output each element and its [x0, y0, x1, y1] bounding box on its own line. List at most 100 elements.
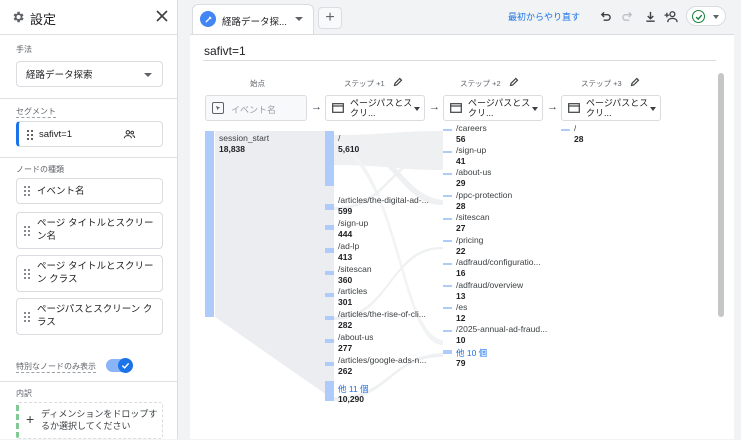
step2-node-label: /ppc-protection — [456, 190, 513, 200]
step2-node-bar[interactable] — [443, 263, 452, 265]
step1-node-bar[interactable] — [325, 316, 334, 320]
start-node-value: 18,838 — [219, 144, 245, 154]
step2-node-label: /pricing — [456, 235, 484, 245]
node-types-label: ノードの種類 — [16, 165, 64, 174]
restart-button[interactable]: 最初からやり直す — [508, 10, 580, 23]
special-nodes-label: 特別なノードのみ表示 — [16, 362, 96, 373]
redo-icon[interactable] — [619, 8, 635, 24]
exploration-canvas: safivt=1 始点 イベント名 ステップ +1 → ページパスとスクリ...… — [190, 34, 734, 439]
step2-node-value: 22 — [456, 246, 466, 256]
step2-node-value: 41 — [456, 156, 466, 166]
step2-node-value: 56 — [456, 134, 466, 144]
segment-chip[interactable]: safivt=1 — [16, 121, 163, 147]
drag-handle-icon[interactable] — [24, 186, 30, 196]
step2-node-bar[interactable] — [443, 285, 452, 287]
step1-node-label: /sign-up — [338, 218, 369, 228]
step3-node-bar[interactable] — [561, 129, 570, 131]
tab-label: 経路データ探... — [222, 17, 287, 28]
close-icon[interactable] — [155, 9, 169, 23]
check-circle-icon — [692, 10, 705, 23]
step2-node-label: /sign-up — [456, 145, 487, 155]
step1-node-label: /sitescan — [338, 264, 372, 274]
step2-more-value: 79 — [456, 358, 466, 368]
divider — [0, 157, 178, 158]
step2-node-value: 12 — [456, 313, 466, 323]
tab-menu-icon[interactable] — [295, 17, 303, 21]
divider — [0, 34, 178, 35]
segment-label: セグメント — [16, 107, 56, 118]
step1-node-bar[interactable] — [325, 339, 334, 343]
step2-node-bar[interactable] — [443, 195, 452, 197]
status-dropdown[interactable] — [686, 6, 726, 26]
step2-node-bar[interactable] — [443, 218, 452, 220]
step1-more-bar[interactable] — [325, 381, 334, 401]
step1-node-bar[interactable] — [325, 248, 334, 253]
start-node-label: session_start — [219, 133, 270, 143]
checkmark-icon — [118, 358, 133, 373]
drop-dimension-text: ディメンションをドロップするか選択してください — [41, 409, 158, 431]
step2-node-bar[interactable] — [443, 173, 452, 175]
dimension-drop-zone[interactable]: + ディメンションをドロップするか選択してください — [16, 402, 163, 439]
step2-node-label: /adfraud/configuratio... — [456, 257, 541, 267]
share-add-person-icon[interactable] — [663, 8, 679, 24]
step1-node-bar[interactable] — [325, 293, 334, 297]
technique-select[interactable]: 経路データ探索 — [16, 61, 163, 87]
step1-node-bar[interactable] — [325, 362, 334, 366]
divider — [0, 381, 178, 382]
step1-node-label: /articles/the-rise-of-cli... — [338, 309, 426, 319]
step1-node-bar[interactable] — [325, 225, 334, 230]
gear-icon — [11, 10, 25, 24]
step1-node-bar[interactable] — [325, 271, 334, 275]
step2-node-bar[interactable] — [443, 330, 452, 332]
undo-icon[interactable] — [597, 8, 613, 24]
step2-node-label: /es — [456, 302, 468, 312]
download-icon[interactable] — [642, 8, 658, 24]
step1-node-value: 282 — [338, 320, 353, 330]
node-type-label: ページパスとスクリーン クラス — [37, 304, 153, 328]
step2-more-bar[interactable] — [443, 350, 452, 354]
step2-node-bar[interactable] — [443, 240, 452, 242]
step1-more-value: 10,290 — [338, 394, 364, 404]
step2-node-value: 27 — [456, 223, 466, 233]
start-node-bar[interactable] — [205, 131, 214, 317]
plus-icon: + — [26, 411, 35, 427]
drag-handle-icon[interactable] — [24, 311, 30, 322]
step1-node-bar[interactable] — [325, 204, 334, 210]
step1-node-value: 360 — [338, 275, 353, 285]
drag-handle-icon[interactable] — [24, 225, 30, 236]
step2-node-bar[interactable] — [443, 129, 452, 131]
step2-node-value: 29 — [456, 178, 466, 188]
node-type-chip[interactable]: イベント名 — [16, 178, 163, 204]
step1-node-value: 301 — [338, 297, 353, 307]
step1-node-value: 413 — [338, 252, 353, 262]
drag-handle-icon[interactable] — [24, 268, 30, 279]
chevron-down-icon — [713, 15, 719, 19]
step2-node-value: 10 — [456, 335, 466, 345]
step2-node-bar[interactable] — [443, 307, 452, 309]
step2-node-label: /adfraud/overview — [456, 280, 524, 290]
step1-node-bar[interactable] — [325, 131, 334, 186]
node-type-chip[interactable]: ページ タイトルとスクリーン クラス — [16, 255, 163, 292]
drag-handle-icon[interactable] — [27, 130, 33, 140]
step2-node-label: /careers — [456, 123, 487, 133]
node-type-label: イベント名 — [37, 186, 85, 197]
step1-node-value: 599 — [338, 206, 353, 216]
settings-panel: 設定 手法 経路データ探索 セグメント safivt=1 ノードの種類 イベント… — [0, 0, 178, 439]
step1-node-value: 277 — [338, 343, 353, 353]
special-nodes-toggle[interactable] — [106, 358, 133, 373]
step1-node-value: 262 — [338, 366, 353, 376]
vertical-scrollbar[interactable] — [718, 73, 724, 317]
step2-node-value: 13 — [456, 291, 466, 301]
tab-path-exploration[interactable]: 経路データ探... — [192, 4, 314, 34]
step1-node-label: /articles — [338, 286, 368, 296]
node-type-chip[interactable]: ページ タイトルとスクリーン名 — [16, 212, 163, 249]
node-type-label: ページ タイトルとスクリーン名 — [37, 218, 154, 242]
step3-node-label: / — [574, 123, 577, 133]
node-type-chip[interactable]: ページパスとスクリーン クラス — [16, 298, 163, 335]
node-type-label: ページ タイトルとスクリーン クラス — [37, 261, 154, 285]
technique-label: 手法 — [16, 45, 32, 54]
add-tab-button[interactable]: + — [318, 7, 342, 29]
step1-node-value: 444 — [338, 229, 353, 239]
step2-node-bar[interactable] — [443, 151, 452, 153]
step1-node-label: /articles/google-ads-n... — [338, 355, 427, 365]
